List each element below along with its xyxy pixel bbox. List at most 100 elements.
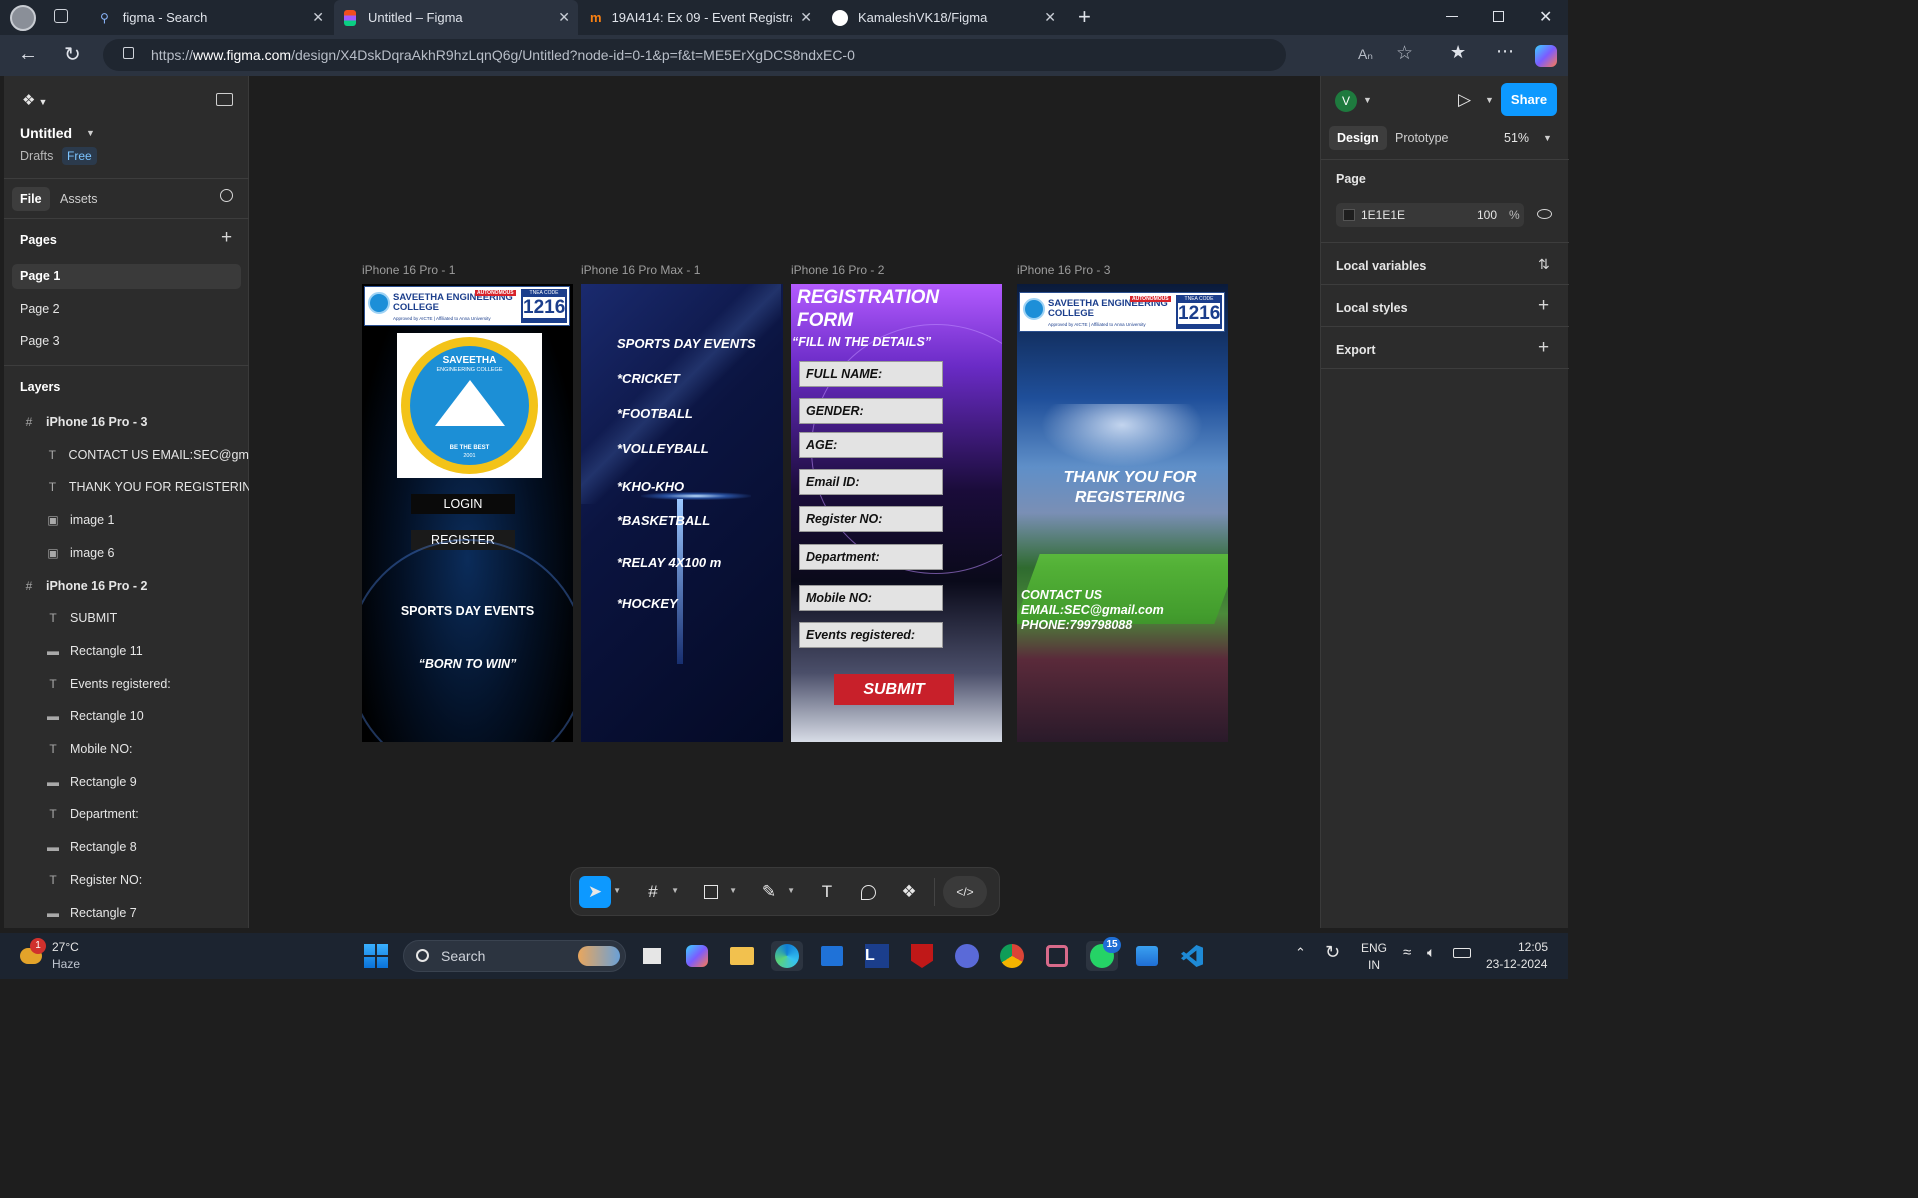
chevron-down-icon[interactable]: ▼ (1543, 133, 1552, 143)
tab-actions-icon[interactable] (54, 9, 68, 23)
layer-item[interactable]: ▬ Rectangle 8 (4, 831, 249, 863)
chevron-down-icon[interactable]: ▼ (787, 886, 795, 895)
register-no-field[interactable]: Register NO: (799, 506, 943, 532)
restore-icon[interactable] (1493, 11, 1504, 22)
layer-item[interactable]: T Events registered: (4, 668, 249, 700)
file-location[interactable]: Drafts (20, 149, 53, 163)
start-icon[interactable] (364, 944, 388, 968)
tab-assets[interactable]: Assets (60, 192, 98, 206)
app-a-icon[interactable] (951, 941, 983, 971)
frame-iphone-16-pro-2[interactable]: REGISTRATION FORM “FILL IN THE DETAILS” … (791, 284, 1002, 742)
figma-menu-icon[interactable]: ❖ ▼ (22, 91, 47, 109)
refresh-icon[interactable]: ↻ (64, 42, 81, 67)
search-icon[interactable] (220, 189, 233, 202)
tab-design[interactable]: Design (1329, 126, 1387, 150)
move-tool[interactable]: ➤ ▼ (579, 876, 621, 908)
layer-item[interactable]: T Mobile NO: (4, 733, 249, 765)
submit-button[interactable]: SUBMIT (834, 674, 954, 705)
chevron-down-icon[interactable]: ▼ (1485, 95, 1494, 105)
layer-item[interactable]: T Department: (4, 798, 249, 830)
chevron-down-icon[interactable]: ▼ (729, 886, 737, 895)
chevron-down-icon[interactable]: ▼ (671, 886, 679, 895)
full-name-field[interactable]: FULL NAME: (799, 361, 943, 387)
wifi-icon[interactable]: ≈ (1403, 944, 1411, 961)
layer-item[interactable]: ▬ Rectangle 10 (4, 700, 249, 732)
layer-item[interactable]: T SUBMIT (4, 602, 249, 634)
new-tab-icon[interactable]: + (1078, 4, 1091, 30)
present-icon[interactable]: ▷ (1458, 90, 1471, 110)
weather-widget[interactable]: 1 27°C Haze (18, 938, 108, 974)
department-field[interactable]: Department: (799, 544, 943, 570)
profile-avatar[interactable] (10, 5, 36, 31)
local-variables-label[interactable]: Local variables (1336, 259, 1426, 273)
close-icon[interactable]: ✕ (800, 9, 812, 26)
clock-date[interactable]: 23-12-2024 (1486, 957, 1547, 971)
tab-file[interactable]: File (12, 187, 50, 211)
sync-icon[interactable]: ↻ (1325, 942, 1340, 963)
vscode-icon[interactable] (1176, 941, 1208, 971)
back-icon[interactable]: ← (18, 43, 38, 66)
more-menu-icon[interactable]: ⋯ (1496, 41, 1514, 62)
minimize-icon[interactable] (1446, 16, 1458, 17)
frame-label[interactable]: iPhone 16 Pro - 1 (362, 263, 455, 277)
photos-icon[interactable] (1131, 941, 1163, 971)
events-registered-field[interactable]: Events registered: (799, 622, 943, 648)
chevron-down-icon[interactable]: ▼ (613, 886, 621, 895)
toggle-sidebar-icon[interactable] (216, 93, 233, 106)
shape-tool[interactable]: ▼ (695, 876, 737, 908)
page-item-2[interactable]: Page 2 (20, 302, 60, 316)
tab-figma-search[interactable]: ⚲ figma - Search ✕ (90, 0, 332, 35)
chevron-down-icon[interactable]: ▼ (86, 128, 95, 138)
clock-time[interactable]: 12:05 (1518, 940, 1548, 954)
add-page-icon[interactable]: + (221, 227, 232, 249)
layer-item[interactable]: ▬ Rectangle 11 (4, 635, 249, 667)
page-color-field[interactable]: 1E1E1E 100 % (1336, 203, 1524, 227)
age-field[interactable]: AGE: (799, 432, 943, 458)
page-color-value[interactable]: 1E1E1E (1361, 208, 1405, 222)
battery-icon[interactable] (1453, 948, 1471, 958)
favorites-icon[interactable]: ★ (1450, 42, 1466, 63)
url-field[interactable]: https://www.figma.com/design/X4DskDqraAk… (103, 39, 1286, 71)
export-label[interactable]: Export (1336, 343, 1376, 357)
file-name[interactable]: Untitled (20, 125, 72, 141)
comment-tool[interactable] (852, 876, 884, 908)
tab-untitled-figma[interactable]: Untitled – Figma ✕ (334, 0, 578, 35)
mobile-no-field[interactable]: Mobile NO: (799, 585, 943, 611)
chrome-icon[interactable] (996, 941, 1028, 971)
chevron-down-icon[interactable]: ▼ (1363, 95, 1372, 105)
layer-item[interactable]: T THANK YOU FOR REGISTERING (4, 471, 249, 503)
avatar[interactable]: V (1335, 90, 1357, 112)
layer-item[interactable]: T CONTACT US EMAIL:SEC@gmail. (4, 439, 249, 471)
layer-item[interactable]: T Register NO: (4, 864, 249, 896)
actions-tool[interactable]: ❖ (893, 876, 925, 908)
tab-moodle[interactable]: m 19AI414: Ex 09 - Event Registratio ✕ (580, 0, 820, 35)
layer-frame[interactable]: # iPhone 16 Pro - 2 (4, 570, 249, 602)
page-opacity-value[interactable]: 100 (1477, 208, 1497, 222)
volume-icon[interactable]: 🔈︎ (1427, 944, 1435, 961)
read-aloud-icon[interactable]: Aₙ (1358, 46, 1373, 63)
tray-chevron-icon[interactable]: ⌃ (1295, 945, 1306, 961)
frame-label[interactable]: iPhone 16 Pro Max - 1 (581, 263, 700, 277)
frame-iphone-16-pro-3[interactable]: SAVEETHA ENGINEERING COLLEGE AUTONOMOUS … (1017, 284, 1228, 742)
window-close-icon[interactable]: ✕ (1539, 7, 1552, 27)
app-l-icon[interactable]: L (861, 941, 893, 971)
whatsapp-icon[interactable]: 15 (1086, 937, 1121, 971)
add-export-icon[interactable]: + (1538, 337, 1549, 359)
email-field[interactable]: Email ID: (799, 469, 943, 495)
frame-tool[interactable]: # ▼ (637, 876, 679, 908)
text-tool[interactable]: T (811, 876, 843, 908)
layer-item[interactable]: ▬ Rectangle 9 (4, 766, 249, 798)
copilot-app-icon[interactable] (681, 941, 713, 971)
file-explorer-icon[interactable] (726, 941, 758, 971)
add-style-icon[interactable]: + (1538, 295, 1549, 317)
color-swatch[interactable] (1343, 209, 1355, 221)
tab-prototype[interactable]: Prototype (1395, 131, 1449, 145)
language-region[interactable]: IN (1368, 958, 1380, 972)
favorite-star-icon[interactable]: ☆ (1396, 42, 1413, 65)
layer-item[interactable]: ▣ image 6 (4, 537, 249, 569)
close-icon[interactable]: ✕ (312, 9, 324, 26)
dev-mode-toggle[interactable]: </> (943, 876, 987, 908)
store-icon[interactable] (816, 941, 848, 971)
page-item-3[interactable]: Page 3 (20, 334, 60, 348)
local-styles-label[interactable]: Local styles (1336, 301, 1408, 315)
